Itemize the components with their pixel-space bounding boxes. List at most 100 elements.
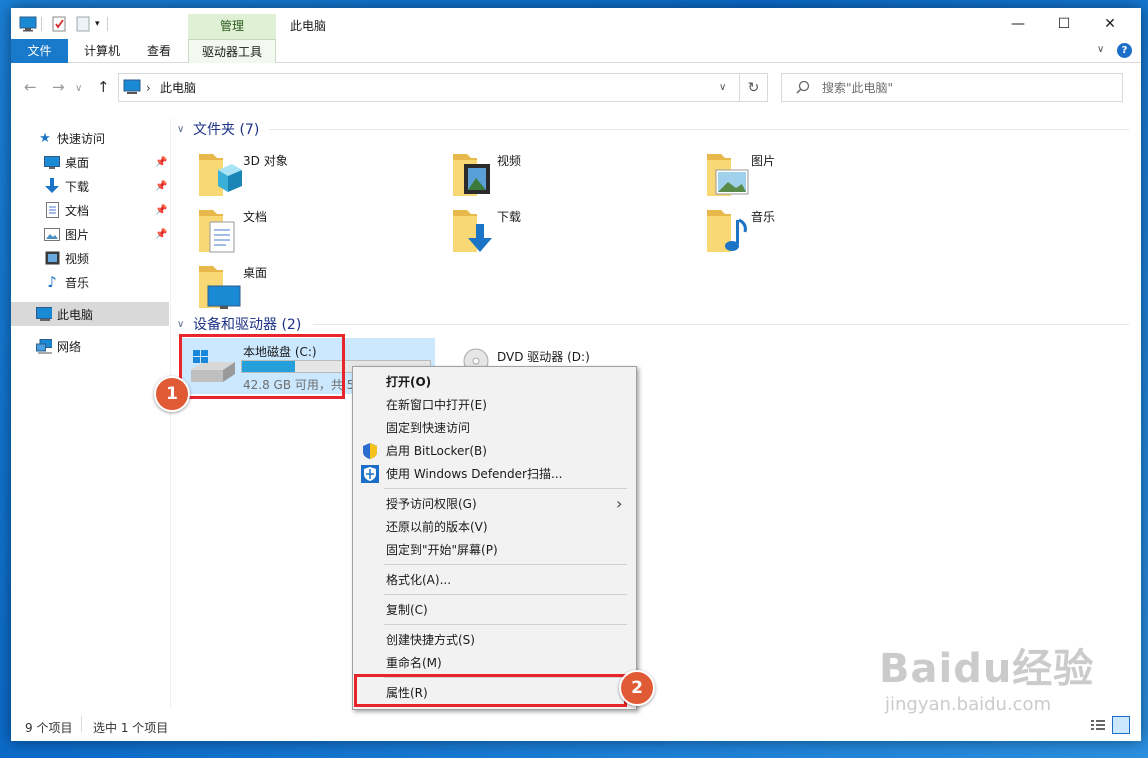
sidebar-item-videos[interactable]: 视频 [11,246,169,270]
document-icon [44,202,60,218]
folder-pictures[interactable]: 图片 [706,150,956,200]
maximize-button[interactable]: ☐ [1041,8,1087,39]
folder-name: 视频 [497,154,522,168]
menu-item-format[interactable]: 格式化(A)... [353,568,636,591]
details-view-icon[interactable] [1091,719,1105,734]
submenu-arrow-icon: › [616,494,623,513]
watermark-brand: Baidu经验 [879,646,1095,692]
sidebar-item-this-pc[interactable]: 此电脑 [11,302,169,326]
sidebar-item-label: 此电脑 [57,307,94,322]
section-divider [313,324,1129,325]
drive-d-name: DVD 驱动器 (D:) [497,350,590,364]
forward-button[interactable]: → [52,78,65,96]
computer-icon [19,14,37,34]
folder-desktop[interactable]: 桌面 [198,262,448,312]
pin-icon[interactable]: 📌 [155,181,167,192]
properties-icon[interactable] [51,14,67,34]
picture-icon [44,226,60,242]
path-segment[interactable]: 此电脑 [160,79,196,96]
tab-view[interactable]: 查看 [135,39,183,63]
folder-name: 桌面 [243,266,268,280]
status-divider [81,716,82,732]
refresh-button[interactable]: ↻ [740,73,768,102]
sidebar-item-desktop[interactable]: 桌面 📌 [11,150,169,174]
search-input[interactable]: 搜索"此电脑" [781,73,1123,102]
recent-locations-button[interactable]: ∨ [75,83,82,94]
sidebar-item-label: 网络 [57,339,82,354]
close-button[interactable]: ✕ [1087,8,1133,39]
menu-item-open[interactable]: 打开(O) [353,370,636,393]
back-button[interactable]: ← [24,78,37,96]
sidebar-item-network[interactable]: 网络 [11,334,169,358]
pin-icon[interactable]: 📌 [155,229,167,240]
menu-separator [384,624,627,625]
chevron-down-icon[interactable]: ∨ [177,319,193,330]
desktop-icon [44,154,60,170]
menu-item-copy[interactable]: 复制(C) [353,598,636,621]
minimize-button[interactable]: — [995,8,1041,39]
address-bar[interactable]: › 此电脑 ∨ [118,73,740,102]
folder-name: 音乐 [751,210,776,224]
sidebar-item-label: 文档 [65,203,90,218]
step-badge-2: 2 [619,670,655,706]
ribbon-tabs: 文件 计算机 查看 驱动器工具 ∨ ? [11,39,1141,63]
tab-drive-tools[interactable]: 驱动器工具 [188,39,276,63]
folder-downloads[interactable]: 下载 [452,206,702,256]
folder-name: 图片 [751,154,776,168]
tab-computer[interactable]: 计算机 [71,39,133,63]
folder-music[interactable]: 音乐 [706,206,956,256]
menu-separator [384,564,627,565]
menu-item-create-shortcut[interactable]: 创建快捷方式(S) [353,628,636,651]
folders-section-header[interactable]: ∨ 文件夹 (7) [177,119,259,139]
devices-section-header[interactable]: ∨ 设备和驱动器 (2) [177,314,301,334]
network-icon [36,338,52,354]
menu-item-give-access[interactable]: 授予访问权限(G) › [353,492,636,515]
shield-icon [361,442,379,460]
sidebar-item-quick-access[interactable]: ★ 快速访问 [11,126,169,150]
menu-item-pin-start[interactable]: 固定到"开始"屏幕(P) [353,538,636,561]
sidebar-item-label: 快速访问 [57,131,106,146]
path-separator-icon[interactable]: › [146,81,151,95]
folder-videos[interactable]: 视频 [452,150,702,200]
sidebar-item-documents[interactable]: 文档 📌 [11,198,169,222]
menu-item-label: 格式化(A)... [386,573,452,587]
tab-manage[interactable]: 管理 [188,14,276,39]
sidebar-item-music[interactable]: ♪ 音乐 [11,270,169,294]
customize-qat-icon[interactable]: ▾ [95,14,100,34]
folder-documents[interactable]: 文档 [198,206,448,256]
menu-item-pin-quick-access[interactable]: 固定到快速访问 [353,416,636,439]
window-title: 此电脑 [290,19,327,33]
folder-download-icon [453,210,492,252]
menu-item-label: 复制(C) [386,603,428,617]
new-folder-icon[interactable] [75,14,91,34]
menu-item-open-new-window[interactable]: 在新窗口中打开(E) [353,393,636,416]
help-icon[interactable]: ? [1117,43,1132,58]
sidebar-item-downloads[interactable]: 下载 📌 [11,174,169,198]
annotation-highlight-drive [179,334,345,399]
context-menu: 打开(O) 在新窗口中打开(E) 固定到快速访问 启用 BitLocker(B)… [352,366,637,710]
menu-item-bitlocker[interactable]: 启用 BitLocker(B) [353,439,636,462]
large-icons-view-icon[interactable] [1112,716,1130,734]
tab-file[interactable]: 文件 [11,39,68,63]
pin-icon[interactable]: 📌 [155,157,167,168]
menu-item-label: 固定到"开始"屏幕(P) [386,543,498,557]
ribbon-collapse-icon[interactable]: ∨ [1097,44,1104,55]
menu-item-defender-scan[interactable]: 使用 Windows Defender扫描... [353,462,636,485]
pane-splitter[interactable] [170,118,171,708]
menu-item-rename[interactable]: 重命名(M) [353,651,636,674]
address-dropdown-icon[interactable]: ∨ [719,82,726,93]
menu-item-restore-versions[interactable]: 还原以前的版本(V) [353,515,636,538]
quick-access-separator [41,14,42,34]
folder-3d-icon [199,154,242,196]
menu-item-label: 重命名(M) [386,656,442,670]
chevron-down-icon[interactable]: ∨ [177,124,193,135]
folder-name: 3D 对象 [243,154,288,168]
folder-music-icon [707,210,747,252]
folder-3d-objects[interactable]: 3D 对象 [198,150,448,200]
pin-icon[interactable]: 📌 [155,205,167,216]
sidebar-item-pictures[interactable]: 图片 📌 [11,222,169,246]
folder-name: 下载 [497,210,522,224]
status-selected: 选中 1 个项目 [93,721,169,735]
up-button[interactable]: ↑ [97,78,110,96]
sidebar-item-label: 下载 [65,179,90,194]
